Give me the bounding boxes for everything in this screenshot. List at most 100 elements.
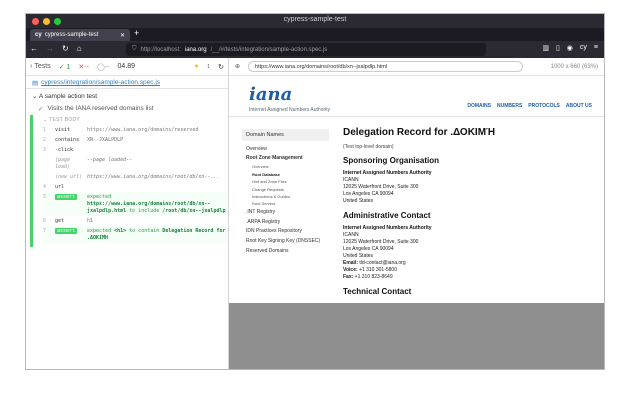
check-icon: ✓ bbox=[38, 106, 44, 113]
aut-url: https://www.iana.org/domains/root/db/xn-… bbox=[248, 61, 524, 72]
account-icon[interactable]: ◉ bbox=[567, 44, 573, 52]
command-name: url bbox=[55, 183, 65, 190]
nav-about-us[interactable]: ABOUT US bbox=[566, 103, 592, 109]
sidebar-link[interactable]: Root Database bbox=[242, 171, 329, 178]
rerun-icon[interactable]: ↻ bbox=[218, 63, 224, 71]
chevron-down-icon: ⌄ bbox=[32, 93, 38, 100]
command-row[interactable]: 4 url bbox=[43, 182, 228, 192]
admin-line: 12025 Waterfront Drive, Suite 300 bbox=[343, 239, 419, 245]
close-tab-icon[interactable]: ✕ bbox=[120, 32, 125, 39]
file-icon: ▤ bbox=[32, 80, 39, 87]
sidebar-link[interactable]: Hint and Zone Files bbox=[242, 178, 329, 185]
window-title: cypress-sample-test bbox=[283, 16, 347, 23]
suite-title[interactable]: ⌄ A sample action test bbox=[26, 89, 228, 103]
sidebar-link[interactable]: IDN Practices Repository bbox=[242, 227, 329, 237]
spec-path[interactable]: ▤ cypress/integration/sample-action.spec… bbox=[26, 76, 228, 89]
home-icon[interactable]: ⌂ bbox=[77, 44, 82, 53]
command-row[interactable]: 6 get h1 bbox=[43, 216, 228, 226]
admin-line: United States bbox=[343, 253, 374, 259]
sidebar-link[interactable]: Reserved Domains bbox=[242, 246, 329, 256]
test-title[interactable]: ✓ Visits the IANA reserved domains list bbox=[26, 103, 228, 115]
nav-numbers[interactable]: NUMBERS bbox=[497, 103, 522, 109]
command-message: expected https://www.iana.org/domains/ro… bbox=[87, 193, 226, 214]
iana-logo-subtitle: Internet Assigned Numbers Authority bbox=[249, 107, 331, 113]
sidebar-link[interactable]: Change Requests bbox=[242, 185, 329, 192]
sponsor-org: Internet Assigned Numbers Authority bbox=[343, 170, 432, 176]
command-row[interactable]: (new url) https://www.iana.org/domains/ro… bbox=[43, 172, 228, 182]
aut-iframe: iana Internet Assigned Numbers Authority… bbox=[229, 77, 604, 303]
page-title: Delegation Record for .ΔΟΚΙΜΉ bbox=[343, 127, 496, 138]
assert-badge: assert bbox=[55, 227, 78, 234]
command-name: assert bbox=[55, 227, 87, 242]
iana-sidebar: Domain Names Overview Root Zone Managemen… bbox=[242, 129, 329, 255]
nav-protocols[interactable]: PROTOCOLS bbox=[528, 103, 560, 109]
app-under-test-panel: ⊕ https://www.iana.org/domains/root/db/x… bbox=[229, 58, 604, 369]
sidebar-link[interactable]: .ARPA Registry bbox=[242, 217, 329, 227]
iana-top-nav: DOMAINS NUMBERS PROTOCOLS ABOUT US bbox=[467, 103, 592, 109]
sidebar-heading: Domain Names bbox=[242, 129, 329, 141]
sponsor-line: Los Angeles CA 90094 bbox=[343, 191, 394, 197]
sidebar-link[interactable]: Root Servers bbox=[242, 200, 329, 207]
sidebar-link[interactable]: Overview bbox=[242, 144, 329, 154]
command-name: visit bbox=[55, 126, 71, 133]
passed-count: ✓ 1 bbox=[58, 63, 71, 71]
library-icon[interactable]: ▥ bbox=[542, 44, 549, 52]
nav-domains[interactable]: DOMAINS bbox=[467, 103, 491, 109]
menu-icon[interactable]: ≡ bbox=[594, 44, 598, 52]
browser-tab[interactable]: cy cypress-sample-test ✕ bbox=[30, 29, 130, 41]
sponsor-line: ICANN bbox=[343, 177, 359, 183]
failed-count: ✕-- bbox=[78, 63, 89, 71]
new-tab-button[interactable]: + bbox=[134, 28, 139, 38]
tests-button[interactable]: ‹ Tests bbox=[30, 63, 51, 70]
nav-bar: ← → ↻ ⌂ ⛉ http://localhost: iana.org/__/#… bbox=[26, 41, 604, 58]
title-bar: cypress-sample-test bbox=[26, 14, 604, 28]
command-row[interactable]: 7 assert expected <h1> to contain Delegati… bbox=[43, 226, 228, 243]
extension-cy-icon[interactable]: cy bbox=[580, 44, 587, 52]
admin-fax: Fax: +1 310 823-8649 bbox=[343, 274, 393, 280]
command-message: expected <h1> to contain Delegation Reco… bbox=[87, 227, 226, 241]
cypress-tab-icon: cy bbox=[35, 32, 42, 38]
command-row[interactable]: 5 assert expected https://www.iana.org/dom… bbox=[43, 192, 228, 216]
reload-icon[interactable]: ↻ bbox=[62, 44, 69, 53]
command-row[interactable]: 1 visit https://www.iana.org/domains/reser… bbox=[43, 125, 228, 135]
command-message: XN--JXALPDLP bbox=[87, 136, 124, 143]
scroll-toggle-icon[interactable]: ↕ bbox=[207, 63, 211, 70]
pending-count: ◯-- bbox=[96, 63, 110, 71]
forward-icon[interactable]: → bbox=[46, 44, 54, 53]
command-row[interactable]: 2 contains XN--JXALPDLP bbox=[43, 135, 228, 145]
command-number: 5 bbox=[43, 193, 47, 200]
target-icon[interactable]: ⊕ bbox=[235, 63, 240, 70]
sidebar-link[interactable]: Root Zone Management bbox=[242, 154, 329, 164]
circle-icon: ◯ bbox=[96, 63, 105, 71]
command-number bbox=[43, 157, 55, 171]
url-host: iana.org bbox=[184, 46, 207, 53]
sponsor-line: 12025 Waterfront Drive, Suite 300 bbox=[343, 184, 419, 190]
sidebar-link[interactable]: Root Key Signing Key (DNSSEC) bbox=[242, 236, 329, 246]
iana-logo[interactable]: iana bbox=[249, 84, 292, 105]
cypress-reporter: ‹ Tests ✓ 1 ✕-- ◯-- 04.89 ● ↕ ↻ ▤ cypress… bbox=[26, 58, 229, 369]
command-message: h1 bbox=[87, 217, 94, 224]
iana-main-content: Delegation Record for .ΔΟΚΙΜΉ (Test top-… bbox=[343, 127, 598, 301]
sidebar-icon[interactable]: ▯ bbox=[556, 44, 560, 52]
command-number: 3 bbox=[43, 146, 47, 153]
sidebar-link[interactable]: Overview bbox=[242, 163, 329, 170]
aut-header: ⊕ https://www.iana.org/domains/root/db/x… bbox=[229, 58, 604, 76]
viewport-size: 1000 x 660 (63%) bbox=[550, 63, 598, 70]
command-name: get bbox=[55, 217, 65, 224]
duration: 04.89 bbox=[117, 63, 136, 70]
sidebar-link[interactable]: Instructions & Guides bbox=[242, 193, 329, 200]
page-note: (Test top-level domain) bbox=[343, 144, 394, 150]
command-name: contains bbox=[55, 136, 80, 143]
command-number: 7 bbox=[43, 227, 47, 234]
admin-email: Email: tld-contact@iana.org bbox=[343, 260, 406, 266]
chevron-left-icon: ‹ bbox=[30, 63, 33, 70]
back-icon[interactable]: ← bbox=[30, 44, 38, 53]
admin-org: Internet Assigned Numbers Authority bbox=[343, 225, 432, 231]
sidebar-link[interactable]: .INT Registry bbox=[242, 207, 329, 217]
command-row[interactable]: (page load) --page loaded-- bbox=[43, 155, 228, 172]
command-row[interactable]: 3 -click bbox=[43, 145, 228, 155]
command-message bbox=[87, 184, 228, 191]
url-bar[interactable]: ⛉ http://localhost: iana.org/__/#/tests/i… bbox=[126, 43, 486, 56]
assert-badge: assert bbox=[55, 193, 78, 200]
tab-bar: cy cypress-sample-test ✕ + bbox=[26, 28, 604, 41]
